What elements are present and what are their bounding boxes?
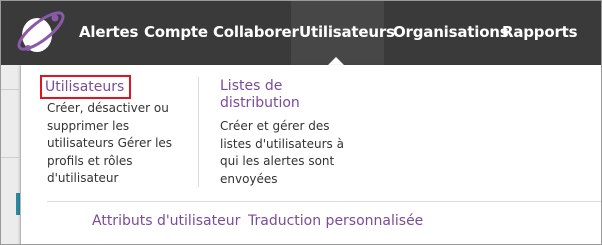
dropdown-caret-icon <box>328 57 344 65</box>
sidebar-divider <box>1 89 19 90</box>
menu-link-attributs-utilisateur[interactable]: Attributs d'utilisateur <box>92 213 240 229</box>
nav-item-collaborer[interactable]: Collaborer <box>213 23 299 41</box>
nav-item-compte[interactable]: Compte <box>144 23 208 41</box>
sidebar-accent <box>16 193 20 215</box>
nav-item-alertes[interactable]: Alertes <box>79 23 138 41</box>
page-sidebar-edge <box>1 65 21 244</box>
menu-link-listes-de-distribution[interactable]: Listes de distribution <box>220 78 340 112</box>
nav-item-utilisateurs[interactable]: Utilisateurs <box>299 23 395 41</box>
app-logo-icon[interactable] <box>11 8 71 58</box>
column-divider <box>198 77 199 187</box>
menu-description-utilisateurs: Créer, désactiver ou supprimer les utili… <box>47 101 173 185</box>
top-navigation-bar: Alertes Compte Collaborer Utilisateurs O… <box>1 1 601 65</box>
menu-link-utilisateurs[interactable]: Utilisateurs <box>45 79 124 95</box>
menu-description-listes-de-distribution: Créer et gérer des listes d'utilisateurs… <box>220 119 344 186</box>
nav-item-organisations[interactable]: Organisations <box>393 23 509 41</box>
app-window: Alertes Compte Collaborer Utilisateurs O… <box>0 0 602 245</box>
nav-item-rapports[interactable]: Rapports <box>502 23 578 41</box>
users-dropdown-menu: Utilisateurs Créer, désactiver ou suppri… <box>21 65 601 244</box>
sidebar-divider <box>1 157 19 158</box>
section-divider <box>47 201 601 202</box>
menu-link-traduction-personnalisee[interactable]: Traduction personnalisée <box>248 213 423 229</box>
